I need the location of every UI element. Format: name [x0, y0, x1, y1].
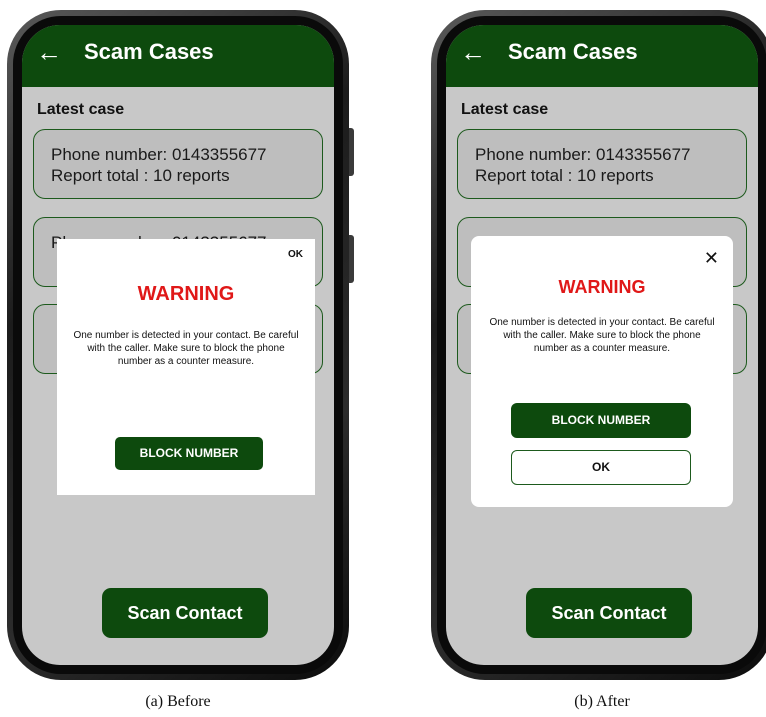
- ok-button[interactable]: OK: [511, 450, 691, 485]
- close-icon[interactable]: ✕: [704, 248, 719, 268]
- warning-dialog: OK WARNING One number is detected in you…: [57, 239, 315, 495]
- phone-screen: ← Scam Cases Latest case Phone number: 0…: [22, 25, 334, 665]
- phone-screen: ← Scam Cases Latest case Phone number: 0…: [446, 25, 758, 665]
- warning-heading: WARNING: [558, 277, 646, 297]
- volume-button: [349, 128, 354, 176]
- case-report-total: Report total : 10 reports: [475, 166, 654, 185]
- caption-after: (b) After: [574, 693, 630, 710]
- case-card[interactable]: Phone number: 0143355677 Report total : …: [457, 129, 747, 199]
- power-button: [349, 235, 354, 283]
- app-bar: ← Scam Cases: [446, 25, 758, 87]
- warning-dialog: ✕ WARNING One number is detected in your…: [471, 236, 733, 507]
- case-phone-number: Phone number: 0143355677: [51, 145, 267, 164]
- scan-contact-button[interactable]: Scan Contact: [526, 588, 692, 638]
- case-phone-number: Phone number: 0143355677: [475, 145, 691, 164]
- phone-after: ← Scam Cases Latest case Phone number: 0…: [431, 10, 766, 680]
- arrow-left-icon[interactable]: ←: [36, 36, 62, 68]
- phone-before: ← Scam Cases Latest case Phone number: 0…: [7, 10, 354, 680]
- scan-contact-button[interactable]: Scan Contact: [102, 588, 268, 638]
- warning-message: One number is detected in your contact. …: [489, 317, 715, 354]
- warning-message: One number is detected in your contact. …: [73, 330, 299, 367]
- page-title: Scam Cases: [508, 39, 638, 64]
- case-card[interactable]: Phone number: 0143355677 Report total : …: [33, 129, 323, 199]
- latest-case-label: Latest case: [461, 101, 549, 118]
- case-report-total: Report total : 10 reports: [51, 166, 230, 185]
- arrow-left-icon[interactable]: ←: [460, 36, 486, 68]
- warning-heading: WARNING: [137, 283, 235, 305]
- page-title: Scam Cases: [84, 39, 214, 64]
- app-bar: ← Scam Cases: [22, 25, 334, 87]
- block-number-button[interactable]: BLOCK NUMBER: [115, 437, 263, 470]
- latest-case-label: Latest case: [37, 101, 125, 118]
- caption-before: (a) Before: [145, 693, 211, 710]
- block-number-button[interactable]: BLOCK NUMBER: [511, 403, 691, 438]
- ok-link[interactable]: OK: [288, 249, 303, 260]
